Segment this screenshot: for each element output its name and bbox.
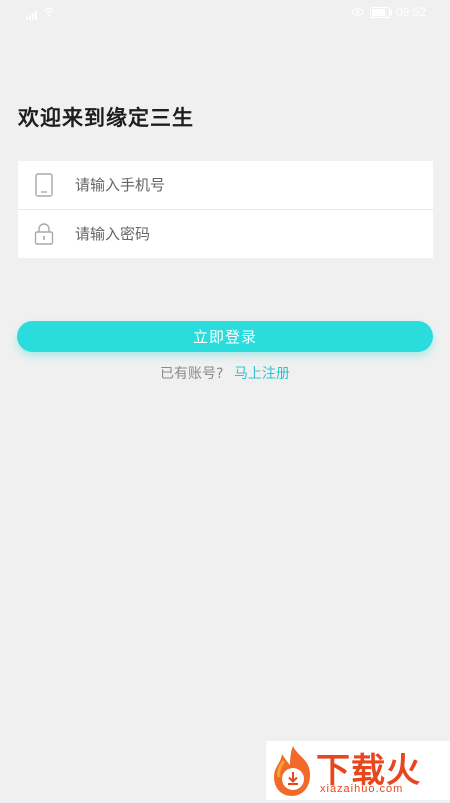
watermark-url: xiazaihuo.com — [320, 783, 404, 795]
status-time: 09:52 — [395, 5, 426, 19]
phone-row — [18, 161, 433, 209]
welcome-title: 欢迎来到缘定三生 — [18, 106, 194, 130]
phone-icon — [34, 173, 54, 197]
login-button[interactable]: 立即登录 — [17, 321, 433, 352]
eye-icon — [351, 5, 364, 19]
password-row — [18, 209, 433, 258]
register-prompt: 已有账号? — [160, 366, 224, 382]
status-left — [26, 6, 55, 20]
signal-icon — [26, 11, 37, 20]
phone-input[interactable] — [75, 171, 415, 199]
flame-logo-icon — [268, 743, 318, 803]
password-input[interactable] — [75, 220, 415, 248]
status-bar: 09:52 — [0, 0, 450, 26]
status-right: 09:52 — [351, 5, 426, 19]
register-line: 已有账号? 马上注册 — [0, 363, 450, 383]
watermark: 下载火 xiazaihuo.com — [266, 741, 450, 800]
lock-icon — [34, 222, 54, 246]
login-form — [18, 161, 433, 258]
register-link[interactable]: 马上注册 — [234, 366, 290, 382]
wifi-icon — [43, 6, 55, 20]
battery-icon — [369, 6, 392, 18]
